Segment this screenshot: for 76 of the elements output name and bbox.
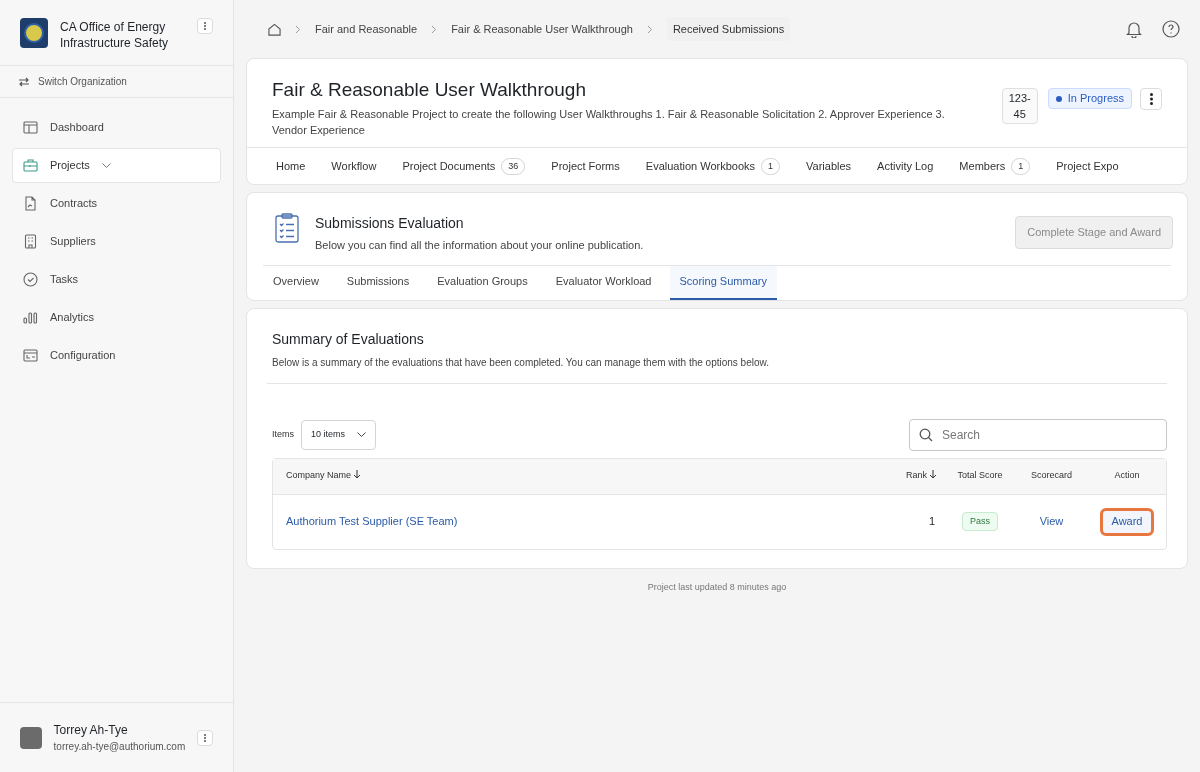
sidebar-item[interactable]: Tasks [12,262,221,297]
project-tab[interactable]: Project Expo [1043,157,1132,175]
search-field[interactable]: Search [909,418,1167,451]
column-header: Scorecard [1030,469,1073,483]
stage-tab[interactable]: Scoring Summary [669,265,777,300]
chevron-right-icon [646,24,653,34]
sort-arrow-icon [353,470,362,480]
stage-tab[interactable]: Evaluator Workload [545,265,662,300]
window-icon [23,348,38,363]
switch-organization-button[interactable]: Switch Organization [0,66,233,98]
project-tab[interactable]: Evaluation Workbooks 1 [632,157,794,175]
user-email: torrey.ah-tye@authorium.com [53,740,186,754]
more-options-button[interactable] [1140,88,1162,110]
layout-icon [23,120,38,135]
project-number: 123- 45 [1001,88,1038,124]
more-icon [1149,93,1153,105]
project-tab[interactable]: Project Forms [538,157,633,175]
sidebar-item[interactable]: Dashboard [12,110,221,145]
items-dropdown[interactable]: 10 items [301,419,376,450]
project-tab[interactable]: Variables [793,157,865,175]
building-icon [23,234,38,249]
swap-icon [18,75,30,88]
company-link[interactable]: Authorium Test Supplier (SE Team) [286,515,458,528]
document-icon [23,196,38,211]
organization-name: CA Office of Energy Infrastructure Safety [60,19,170,51]
clipboard-icon [275,213,299,243]
bar-chart-icon [23,310,38,325]
column-header: Total Score [956,469,1004,483]
sidebar-item[interactable]: Projects [12,148,221,183]
check-circle-icon [23,272,38,287]
chevron-right-icon [431,24,438,34]
project-tab[interactable]: Home [263,157,319,175]
rank-cell: 1 [928,515,935,528]
sidebar-item[interactable]: Suppliers [12,224,221,259]
view-scorecard-link[interactable]: View [1039,515,1064,528]
award-button[interactable]: Award [1099,507,1155,536]
column-header[interactable]: Company Name [273,469,883,483]
notification-bell-icon[interactable] [1126,20,1142,38]
project-title: Fair & Reasonable User Walkthrough [272,78,587,102]
breadcrumb-link[interactable]: Fair and Reasonable [315,20,418,38]
project-tab[interactable]: Activity Log [864,157,947,175]
column-header[interactable]: Rank [883,469,945,483]
stage-title: Submissions Evaluation [315,214,465,233]
items-label: Items [272,427,294,441]
project-description: Example Fair & Reasonable Project to create the following User Walkthroughs 1. Fair & Reasonable Solicitation 2. Approver Experience 3. Vendor Experience [272,107,946,138]
chevron-down-icon [101,163,111,168]
last-updated-text: Project last updated 8 minutes ago [646,580,788,594]
score-badge: Pass [962,511,998,532]
search-icon [919,427,933,442]
avatar-placeholder [20,726,42,749]
organization-logo [20,18,48,48]
chevron-right-icon [295,24,301,34]
project-tab[interactable]: Project Documents 36 [389,157,539,175]
stage-tab[interactable]: Evaluation Groups [427,265,538,300]
project-tab[interactable]: Workflow [318,157,390,175]
user-name: Torrey Ah-Tye [53,722,129,739]
more-icon[interactable] [197,18,213,34]
chevron-down-icon [357,432,366,437]
sidebar-item[interactable]: Configuration [12,338,221,373]
home-icon[interactable] [268,22,281,36]
project-tab[interactable]: Members 1 [946,157,1044,175]
breadcrumb-link[interactable]: Received Submissions [666,16,791,42]
section-title: Summary of Evaluations [272,329,425,349]
stage-subtitle: Below you can find all the information about your online publication. [315,238,645,253]
status-badge: In Progress [1047,88,1132,109]
sort-arrow-icon [929,470,937,480]
stage-tab[interactable]: Overview [263,265,329,300]
help-icon[interactable] [1162,20,1180,38]
column-header: Action [1113,469,1141,483]
more-icon[interactable] [197,729,213,746]
breadcrumb-link[interactable]: Fair & Reasonable User Walkthrough [451,20,633,38]
briefcase-icon [23,158,38,173]
sidebar-item[interactable]: Analytics [12,300,221,335]
section-description: Below is a summary of the evaluations that have been completed. You can manage them with the options below. [272,355,770,370]
stage-tab[interactable]: Submissions [336,265,420,300]
sidebar-item[interactable]: Contracts [12,186,221,221]
